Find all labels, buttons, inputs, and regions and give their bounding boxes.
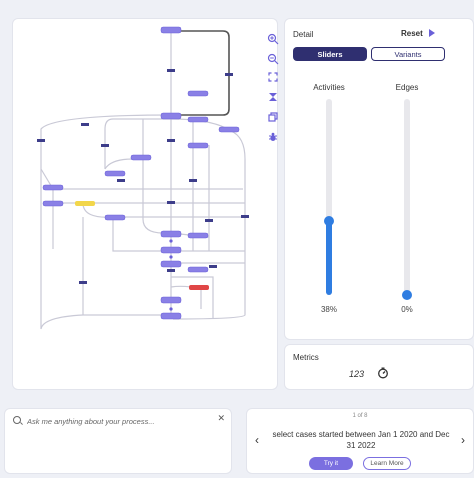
chevron-right-icon[interactable]: ›: [461, 433, 465, 447]
close-icon[interactable]: ✕: [217, 413, 225, 424]
reset-button[interactable]: Reset: [401, 29, 423, 38]
chevron-left-icon[interactable]: ‹: [255, 433, 259, 447]
zoom-out-icon: [267, 53, 279, 65]
tab-variants[interactable]: Variants: [371, 47, 445, 61]
activities-value: 38%: [320, 305, 337, 314]
suggestion-text: select cases started between Jan 1 2020 …: [272, 430, 450, 450]
layers-icon: [268, 112, 278, 122]
activities-slider-fill: [326, 220, 332, 295]
ask-panel: ✕: [4, 408, 232, 474]
hourglass-button[interactable]: [265, 89, 281, 105]
zoom-out-button[interactable]: [265, 51, 281, 67]
numbers-icon[interactable]: 123: [349, 369, 364, 379]
detail-title: Detail: [293, 30, 314, 39]
fit-view-button[interactable]: [265, 69, 281, 85]
play-icon[interactable]: [429, 29, 435, 37]
bug-button[interactable]: [265, 129, 281, 145]
tab-sliders[interactable]: Sliders: [293, 47, 367, 61]
layers-button[interactable]: [265, 109, 281, 125]
detail-panel: Detail Reset Sliders Variants Activities…: [284, 18, 474, 340]
activities-slider[interactable]: [324, 99, 334, 295]
process-map-panel[interactable]: [12, 18, 281, 391]
try-it-button[interactable]: Try it: [309, 457, 353, 470]
activities-label: Activities: [313, 83, 345, 92]
timer-icon[interactable]: [377, 367, 389, 381]
edges-slider[interactable]: [402, 99, 412, 300]
edges-value: 0%: [401, 305, 413, 314]
process-graph[interactable]: [13, 19, 279, 391]
search-icon: [13, 416, 21, 424]
ask-input[interactable]: [25, 413, 219, 429]
metrics-panel: Metrics 123: [284, 344, 474, 390]
activities-slider-thumb[interactable]: [324, 215, 334, 226]
edges-label: Edges: [395, 83, 419, 92]
bug-icon: [269, 132, 277, 141]
page-indicator: 1 of 8: [352, 413, 368, 419]
metrics-title: Metrics: [293, 353, 319, 362]
hourglass-icon: [269, 93, 277, 101]
suggestion-panel: 1 of 8 ‹ select cases started between Ja…: [246, 408, 474, 474]
zoom-in-button[interactable]: [265, 31, 281, 47]
expand-icon: [268, 72, 278, 82]
zoom-in-icon: [267, 33, 279, 45]
learn-more-button[interactable]: Learn More: [363, 457, 411, 470]
edges-slider-thumb[interactable]: [402, 290, 412, 300]
